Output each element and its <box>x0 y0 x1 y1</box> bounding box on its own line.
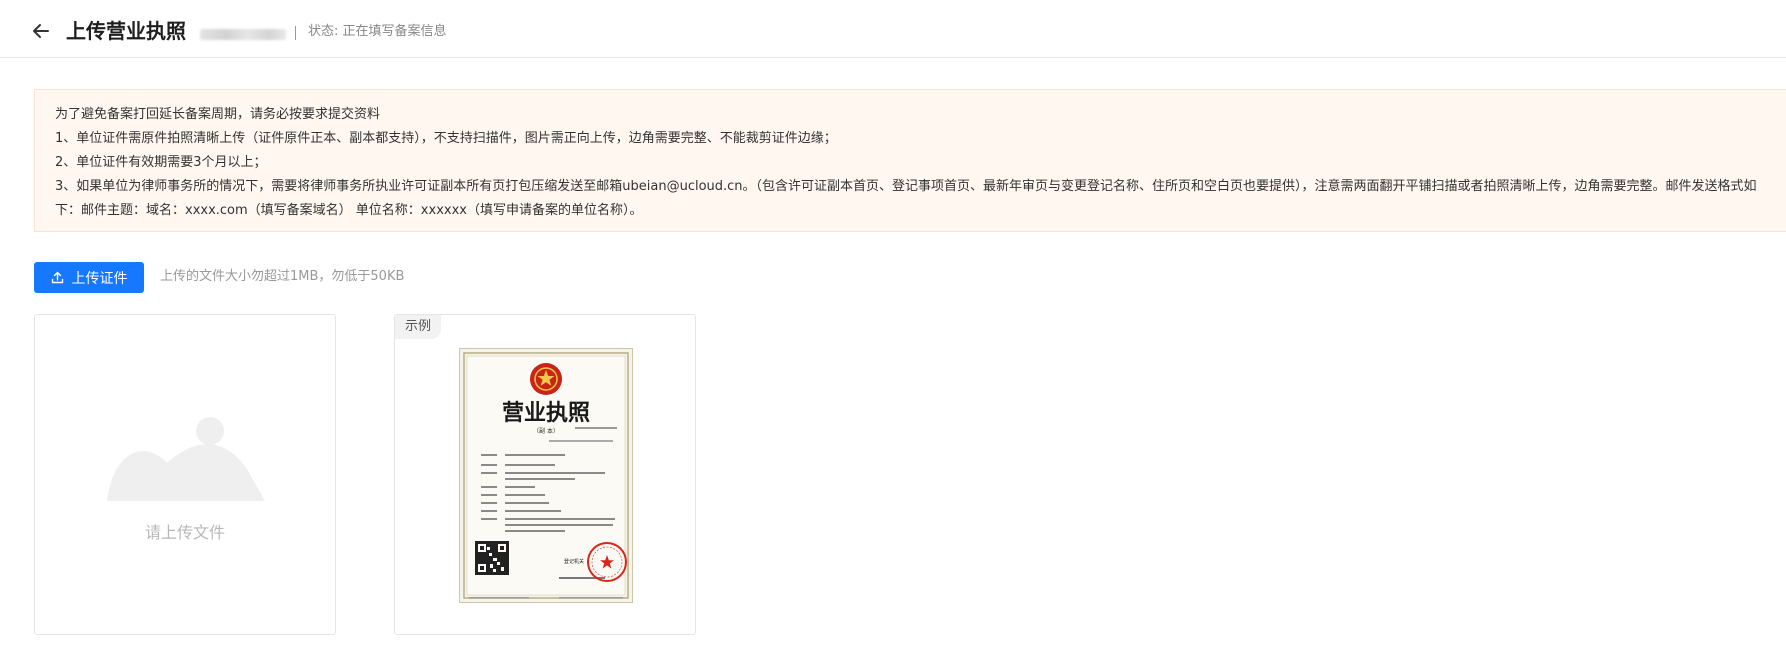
upload-icon <box>51 271 63 284</box>
page-title: 上传营业执照 <box>66 19 186 43</box>
upload-tip: 上传的文件大小勿超过1MB，勿低于50KB <box>160 269 405 284</box>
notice-box: 为了避免备案打回延长备案周期，请务必按要求提交资料 1、单位证件需原件拍照清晰上… <box>34 89 1786 232</box>
status-text: 状态: 正在填写备案信息 <box>308 24 447 39</box>
notice-item-1: 1、单位证件需原件拍照清晰上传（证件原件正本、副本都支持），不支持扫描件，图片需… <box>55 131 837 146</box>
business-license-sample-image: 营业执照 （副 本） 登记机关 <box>459 348 633 603</box>
upload-placeholder-text: 请上传文件 <box>144 523 225 542</box>
sample-tag: 示例 <box>395 315 442 339</box>
divider <box>295 26 296 40</box>
back-arrow-icon[interactable] <box>30 20 52 42</box>
page-header: 上传营业执照 状态: 正在填写备案信息 <box>0 0 1786 58</box>
sample-card: 示例 营业执照 （副 本） 登记机关 <box>394 314 696 635</box>
upload-button-label: 上传证件 <box>71 270 128 287</box>
upload-dropzone[interactable]: 请上传文件 <box>34 314 336 635</box>
license-title: 营业执照 <box>502 400 590 426</box>
image-placeholder-icon <box>107 417 265 501</box>
license-stamp-label: 登记机关 <box>564 558 584 565</box>
notice-item-2: 2、单位证件有效期需要3个月以上； <box>55 155 267 170</box>
redacted-id <box>200 29 286 40</box>
upload-certificate-button[interactable]: 上传证件 <box>34 262 144 293</box>
notice-intro: 为了避免备案打回延长备案周期，请务必按要求提交资料 <box>55 107 381 122</box>
notice-item-3: 3、如果单位为律师事务所的情况下，需要将律师事务所执业许可证副本所有页打包压缩发… <box>55 179 1757 218</box>
license-subtitle: （副 本） <box>533 427 559 435</box>
